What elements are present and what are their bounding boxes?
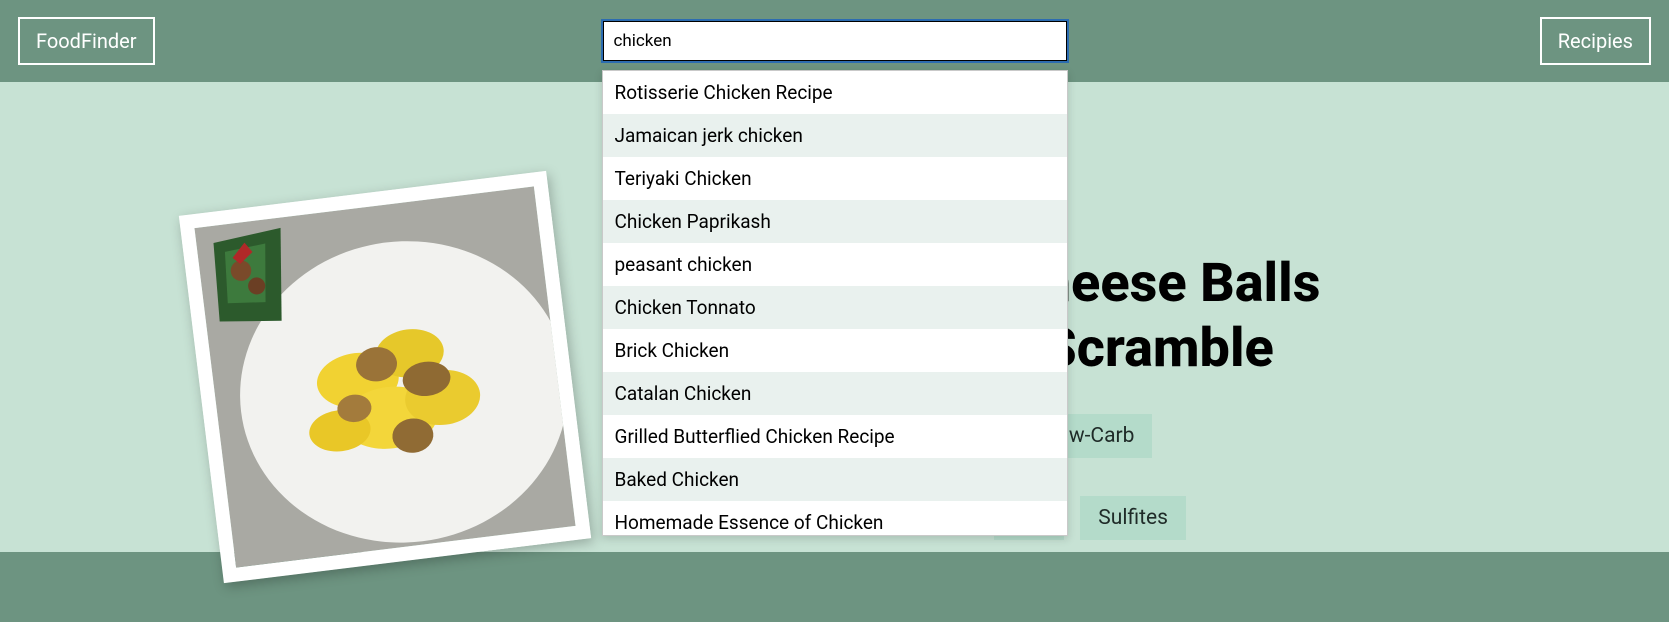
- search-suggestion[interactable]: Rotisserie Chicken Recipe: [603, 71, 1067, 114]
- search-suggestion[interactable]: Jamaican jerk chicken: [603, 114, 1067, 157]
- search-suggestion[interactable]: Chicken Paprikash: [603, 200, 1067, 243]
- navbar: FoodFinder Rotisserie Chicken RecipeJama…: [0, 0, 1669, 82]
- search-container: Rotisserie Chicken RecipeJamaican jerk c…: [602, 20, 1068, 62]
- recipes-link[interactable]: Recipies: [1540, 17, 1651, 65]
- search-suggestion[interactable]: Homemade Essence of Chicken: [603, 501, 1067, 536]
- recipe-photo: [179, 171, 591, 583]
- search-suggestion[interactable]: Teriyaki Chicken: [603, 157, 1067, 200]
- brand-button[interactable]: FoodFinder: [18, 17, 155, 65]
- search-dropdown[interactable]: Rotisserie Chicken RecipeJamaican jerk c…: [602, 70, 1068, 536]
- search-suggestion[interactable]: Brick Chicken: [603, 329, 1067, 372]
- search-input[interactable]: [602, 20, 1068, 62]
- search-suggestion[interactable]: Catalan Chicken: [603, 372, 1067, 415]
- allergen-tag: Sulfites: [1080, 496, 1186, 540]
- search-suggestion[interactable]: Baked Chicken: [603, 458, 1067, 501]
- search-suggestion[interactable]: peasant chicken: [603, 243, 1067, 286]
- search-suggestion[interactable]: Chicken Tonnato: [603, 286, 1067, 329]
- search-suggestion[interactable]: Grilled Butterflied Chicken Recipe: [603, 415, 1067, 458]
